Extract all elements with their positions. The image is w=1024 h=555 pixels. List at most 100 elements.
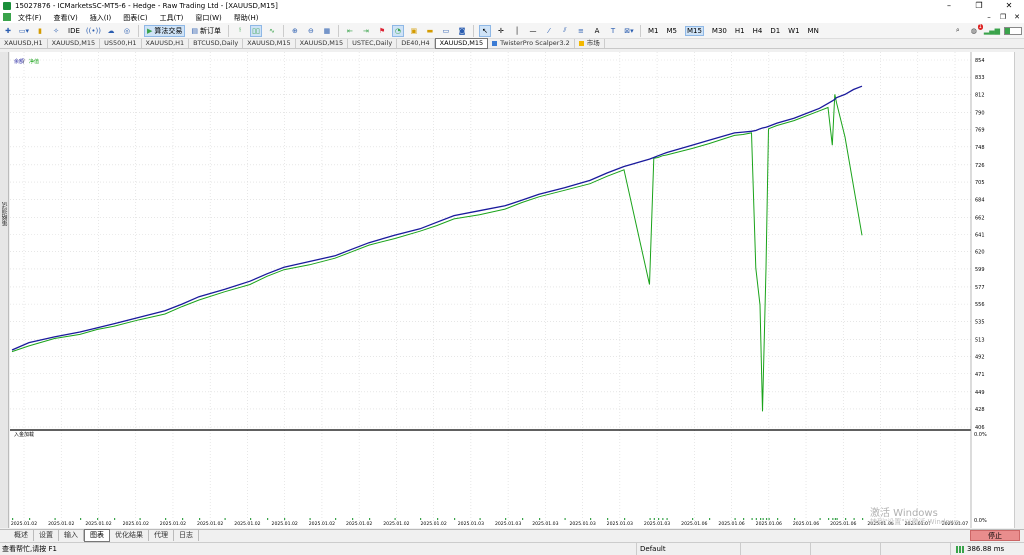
crosshair-icon[interactable]: ✛ [495,25,507,37]
x-tick-label: 2025.01.02 [160,521,186,527]
menu-tools[interactable]: 工具(T) [160,13,184,23]
tab-overview[interactable]: 概述 [9,530,34,541]
right-scrollbar[interactable] [1014,52,1024,528]
chart-tab-active[interactable]: XAUUSD,M15 [434,38,489,49]
chart-tab[interactable]: DE40,H4 [397,39,435,48]
menu-view[interactable]: 查看(V) [54,13,78,23]
status-profile[interactable]: Default [640,545,666,553]
vps-icon[interactable]: ☁ [105,25,117,37]
menu-insert[interactable]: 插入(I) [90,13,112,23]
timeframe-h1[interactable]: H1 [735,27,745,35]
x-tick-label: 2025.01.06 [830,521,856,527]
fibonacci-icon[interactable]: ≡ [575,25,587,37]
chart-menu-icon[interactable] [3,13,11,21]
stop-button[interactable]: 停止 [970,530,1020,541]
text-icon[interactable]: A [591,25,603,37]
horizontal-line-icon[interactable]: — [527,25,539,37]
search-icon[interactable]: ⌕ [952,25,964,37]
tab-optimization-results[interactable]: 优化结果 [110,530,149,541]
ide-button[interactable]: IDE [66,25,82,37]
new-chart-icon[interactable]: ✚ [2,25,14,37]
chart-tab[interactable]: BTCUSD,Daily [189,39,244,48]
deposit-load-bar [139,518,141,520]
status-divider [950,543,951,555]
balance-equity-chart[interactable]: 余额 / 净值 入金加载 0.0% 0.0% 40642844947149251… [10,52,1014,528]
profiles-icon[interactable]: ▭▾ [18,25,30,37]
tester-graph-area[interactable]: 余额 / 净值 入金加载 0.0% 0.0% 406 428 449 471 492 51… [10,52,1014,528]
market-icon[interactable]: ◎ [121,25,133,37]
tab-agents[interactable]: 代理 [149,530,174,541]
deposit-load-bar [369,518,371,520]
chart-shift-icon[interactable]: ⇥ [360,25,372,37]
menu-chart[interactable]: 图表(C) [123,13,147,23]
timeframe-m5[interactable]: M5 [666,27,677,35]
screenshot-icon[interactable]: ◙ [456,25,468,37]
grid-icon[interactable]: ▦ [321,25,333,37]
timer-icon[interactable]: ◔ [391,24,404,37]
timeframe-w1[interactable]: W1 [788,27,799,35]
line-chart-icon[interactable]: ∿ [266,25,278,37]
deposit-load-bar [182,518,184,520]
y-tick-label: 662 [975,215,985,221]
mdi-minimize-button[interactable]: – [982,12,996,23]
candle-chart-icon[interactable]: ▯▯ [249,24,262,37]
mdi-restore-button[interactable]: ❐ [996,12,1010,23]
tab-inputs[interactable]: 输入 [59,530,84,541]
algo-trading-button[interactable]: ▶ 算法交易 [143,24,186,37]
timeframe-mn[interactable]: MN [808,27,819,35]
objects-icon[interactable]: ▣ [408,25,420,37]
timeframe-d1[interactable]: D1 [770,27,780,35]
chart-tab[interactable]: USTEC,Daily [348,39,398,48]
close-button[interactable]: ✕ [994,0,1024,12]
navigator-icon[interactable]: ✧ [50,25,62,37]
timeframe-m30[interactable]: M30 [712,27,727,35]
autoscroll-icon[interactable]: ⇤ [344,25,356,37]
y-tick-label: 812 [975,92,985,98]
tab-graph[interactable]: 图表 [84,529,110,542]
tab-settings[interactable]: 设置 [34,530,59,541]
menu-help[interactable]: 帮助(H) [234,13,259,23]
menu-window[interactable]: 窗口(W) [195,13,221,23]
new-order-button[interactable]: ▤ 新订单 [189,25,223,37]
zoom-in-icon[interactable]: ⊕ [289,25,301,37]
cursor-icon[interactable]: ↖ [478,24,491,37]
bar-chart-icon[interactable]: ⫮ [234,25,246,37]
mdi-close-button[interactable]: ✕ [1010,12,1024,23]
shapes-icon[interactable]: ⊠▾ [623,25,635,37]
vertical-line-icon[interactable]: │ [511,25,523,37]
y-tick-label: 684 [975,197,985,203]
strategy-tester-sidebar[interactable]: 策略测试 [0,52,9,528]
deposit-load-bar [734,518,736,520]
folder-icon[interactable]: ▬ [424,25,436,37]
timeframe-m15[interactable]: M15 [684,25,704,36]
chart-tab[interactable]: US500,H1 [100,39,142,48]
x-tick-label: 2025.01.03 [495,521,521,527]
new-order-label: 新订单 [199,26,221,35]
menu-file[interactable]: 文件(F) [18,13,42,23]
tab-journal[interactable]: 日志 [174,530,199,541]
templates-icon[interactable]: ▭ [440,25,452,37]
label-icon[interactable]: T [607,25,619,37]
channel-icon[interactable]: ⫽ [559,25,571,37]
zoom-out-icon[interactable]: ⊖ [305,25,317,37]
timeframe-h4[interactable]: H4 [753,27,763,35]
notification-icon[interactable]: ◍ 1 [968,23,983,37]
lock-icon[interactable]: ▮ [34,25,46,37]
status-connection[interactable]: 386.88 ms [956,545,1004,553]
minimize-button[interactable]: – [934,0,964,12]
chart-tab[interactable]: XAUUSD,H1 [0,39,48,48]
y-tick-label: 406 [975,425,985,431]
chart-tab[interactable]: XAUUSD,M15 [243,39,296,48]
chart-tab[interactable]: XAUUSD,M15 [296,39,349,48]
signal-icon[interactable]: ((•)) [86,25,101,37]
deposit-load-bar [762,518,764,520]
tester-tab[interactable]: TwisterPro Scalper3.2 [488,39,575,48]
maximize-button[interactable]: ❐ [964,0,994,12]
chart-tab[interactable]: XAUUSD,M15 [48,39,101,48]
deposit-load-bar [564,518,566,520]
market-tab[interactable]: 市场 [575,39,605,48]
chart-tab[interactable]: XAUUSD,H1 [142,39,190,48]
indicators-icon[interactable]: ⚑ [376,25,388,37]
trendline-icon[interactable]: ⁄ [543,25,555,37]
timeframe-m1[interactable]: M1 [648,27,659,35]
